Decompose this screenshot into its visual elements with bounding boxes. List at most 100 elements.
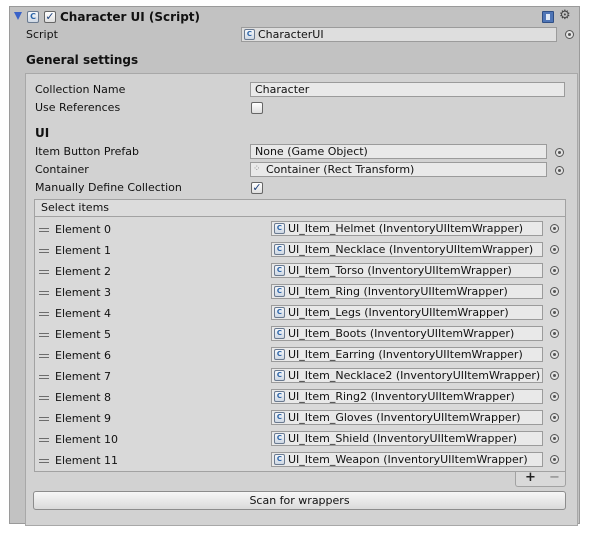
element-object-field[interactable]: C UI_Item_Earring (InventoryUIItemWrapper… bbox=[271, 347, 543, 362]
element-object-field[interactable]: C UI_Item_Boots (InventoryUIItemWrapper) bbox=[271, 326, 543, 341]
element-value: UI_Item_Necklace2 (InventoryUIItemWrappe… bbox=[288, 369, 541, 382]
component-header[interactable]: C ✓ Character UI (Script) ⚙ bbox=[10, 7, 579, 27]
list-item[interactable]: Element 0 C UI_Item_Helmet (InventoryUIIt… bbox=[35, 219, 565, 240]
element-value: UI_Item_Shield (InventoryUIItemWrapper) bbox=[288, 432, 518, 445]
element-picker-icon[interactable] bbox=[550, 392, 559, 401]
drag-handle-icon[interactable] bbox=[39, 417, 49, 421]
container-picker-icon[interactable] bbox=[555, 166, 564, 175]
list-item[interactable]: Element 2 C UI_Item_Torso (InventoryUIIte… bbox=[35, 261, 565, 282]
element-object-field[interactable]: C UI_Item_Legs (InventoryUIItemWrapper) bbox=[271, 305, 543, 320]
cs-script-icon: C bbox=[274, 307, 285, 318]
scan-for-wrappers-button[interactable]: Scan for wrappers bbox=[33, 491, 566, 510]
script-field[interactable]: C CharacterUI bbox=[241, 27, 557, 42]
element-picker-icon[interactable] bbox=[550, 287, 559, 296]
cs-script-icon: C bbox=[274, 286, 285, 297]
item-button-prefab-label: Item Button Prefab bbox=[35, 145, 139, 158]
element-object-field[interactable]: C UI_Item_Necklace (InventoryUIItemWrappe… bbox=[271, 242, 543, 257]
element-value: UI_Item_Torso (InventoryUIItemWrapper) bbox=[288, 264, 512, 277]
element-value: UI_Item_Ring2 (InventoryUIItemWrapper) bbox=[288, 390, 515, 403]
cs-script-icon: C bbox=[274, 223, 285, 234]
element-picker-icon[interactable] bbox=[550, 455, 559, 464]
list-item[interactable]: Element 4 C UI_Item_Legs (InventoryUIItem… bbox=[35, 303, 565, 324]
item-button-prefab-picker-icon[interactable] bbox=[555, 148, 564, 157]
element-object-field[interactable]: C UI_Item_Shield (InventoryUIItemWrapper) bbox=[271, 431, 543, 446]
inspector-panel: C ✓ Character UI (Script) ⚙ Script C Cha… bbox=[9, 6, 580, 526]
element-label: Element 11 bbox=[55, 454, 119, 467]
element-picker-icon[interactable] bbox=[550, 350, 559, 359]
element-picker-icon[interactable] bbox=[550, 413, 559, 422]
item-button-prefab-field[interactable]: None (Game Object) bbox=[250, 144, 547, 159]
drag-handle-icon[interactable] bbox=[39, 228, 49, 232]
element-value: UI_Item_Weapon (InventoryUIItemWrapper) bbox=[288, 453, 528, 466]
collection-name-label: Collection Name bbox=[35, 83, 126, 96]
container-value: Container (Rect Transform) bbox=[266, 163, 415, 176]
list-footer: + − bbox=[515, 470, 566, 487]
list-item[interactable]: Element 9 C UI_Item_Gloves (InventoryUIIt… bbox=[35, 408, 565, 429]
drag-handle-icon[interactable] bbox=[39, 459, 49, 463]
use-references-checkbox[interactable] bbox=[251, 102, 263, 114]
element-picker-icon[interactable] bbox=[550, 224, 559, 233]
element-picker-icon[interactable] bbox=[550, 434, 559, 443]
container-field[interactable]: ⁘ Container (Rect Transform) bbox=[250, 162, 547, 177]
add-element-button[interactable]: + bbox=[525, 470, 536, 485]
element-label: Element 2 bbox=[55, 265, 112, 278]
list-item[interactable]: Element 3 C UI_Item_Ring (InventoryUIItem… bbox=[35, 282, 565, 303]
element-object-field[interactable]: C UI_Item_Helmet (InventoryUIItemWrapper) bbox=[271, 221, 543, 236]
element-value: UI_Item_Boots (InventoryUIItemWrapper) bbox=[288, 327, 515, 340]
drag-handle-icon[interactable] bbox=[39, 291, 49, 295]
element-object-field[interactable]: C UI_Item_Ring (InventoryUIItemWrapper) bbox=[271, 284, 543, 299]
element-picker-icon[interactable] bbox=[550, 308, 559, 317]
drag-handle-icon[interactable] bbox=[39, 375, 49, 379]
list-item[interactable]: Element 8 C UI_Item_Ring2 (InventoryUIIte… bbox=[35, 387, 565, 408]
cs-script-icon: C bbox=[244, 29, 255, 40]
list-item[interactable]: Element 7 C UI_Item_Necklace2 (InventoryU… bbox=[35, 366, 565, 387]
element-object-field[interactable]: C UI_Item_Torso (InventoryUIItemWrapper) bbox=[271, 263, 543, 278]
book-help-icon[interactable] bbox=[542, 11, 554, 23]
triangle-down-icon[interactable] bbox=[14, 12, 22, 20]
element-label: Element 3 bbox=[55, 286, 112, 299]
element-label: Element 1 bbox=[55, 244, 112, 257]
element-object-field[interactable]: C UI_Item_Weapon (InventoryUIItemWrapper) bbox=[271, 452, 543, 467]
use-references-label: Use References bbox=[35, 101, 121, 114]
cs-script-icon: C bbox=[274, 454, 285, 465]
drag-handle-icon[interactable] bbox=[39, 396, 49, 400]
component-enabled-checkbox[interactable]: ✓ bbox=[44, 11, 56, 23]
element-picker-icon[interactable] bbox=[550, 266, 559, 275]
drag-handle-icon[interactable] bbox=[39, 354, 49, 358]
manually-define-checkbox[interactable]: ✓ bbox=[251, 182, 263, 194]
collection-name-input[interactable]: Character bbox=[250, 82, 565, 97]
element-object-field[interactable]: C UI_Item_Gloves (InventoryUIItemWrapper) bbox=[271, 410, 543, 425]
element-label: Element 7 bbox=[55, 370, 112, 383]
manually-define-label: Manually Define Collection bbox=[35, 181, 182, 194]
drag-handle-icon[interactable] bbox=[39, 270, 49, 274]
element-label: Element 6 bbox=[55, 349, 112, 362]
cs-script-icon: C bbox=[274, 370, 285, 381]
list-item[interactable]: Element 5 C UI_Item_Boots (InventoryUIIte… bbox=[35, 324, 565, 345]
list-item[interactable]: Element 6 C UI_Item_Earring (InventoryUII… bbox=[35, 345, 565, 366]
element-picker-icon[interactable] bbox=[550, 329, 559, 338]
select-items-header: Select items bbox=[34, 199, 566, 216]
list-item[interactable]: Element 11 C UI_Item_Weapon (InventoryUII… bbox=[35, 450, 565, 471]
element-object-field[interactable]: C UI_Item_Ring2 (InventoryUIItemWrapper) bbox=[271, 389, 543, 404]
drag-handle-icon[interactable] bbox=[39, 333, 49, 337]
element-label: Element 10 bbox=[55, 433, 119, 446]
element-value: UI_Item_Legs (InventoryUIItemWrapper) bbox=[288, 306, 509, 319]
drag-handle-icon[interactable] bbox=[39, 312, 49, 316]
list-item[interactable]: Element 10 C UI_Item_Shield (InventoryUII… bbox=[35, 429, 565, 450]
gear-icon[interactable]: ⚙ bbox=[559, 8, 571, 23]
rect-transform-icon: ⁘ bbox=[253, 164, 261, 174]
element-label: Element 9 bbox=[55, 412, 112, 425]
element-object-field[interactable]: C UI_Item_Necklace2 (InventoryUIItemWrapp… bbox=[271, 368, 543, 383]
cs-script-icon: C bbox=[274, 244, 285, 255]
script-picker-icon[interactable] bbox=[565, 30, 574, 39]
element-picker-icon[interactable] bbox=[550, 371, 559, 380]
cs-script-icon: C bbox=[274, 349, 285, 360]
element-picker-icon[interactable] bbox=[550, 245, 559, 254]
drag-handle-icon[interactable] bbox=[39, 438, 49, 442]
list-item[interactable]: Element 1 C UI_Item_Necklace (InventoryUI… bbox=[35, 240, 565, 261]
ui-section-title: UI bbox=[35, 126, 50, 140]
remove-element-button[interactable]: − bbox=[549, 470, 560, 485]
element-value: UI_Item_Necklace (InventoryUIItemWrapper… bbox=[288, 243, 534, 256]
drag-handle-icon[interactable] bbox=[39, 249, 49, 253]
element-value: UI_Item_Helmet (InventoryUIItemWrapper) bbox=[288, 222, 524, 235]
